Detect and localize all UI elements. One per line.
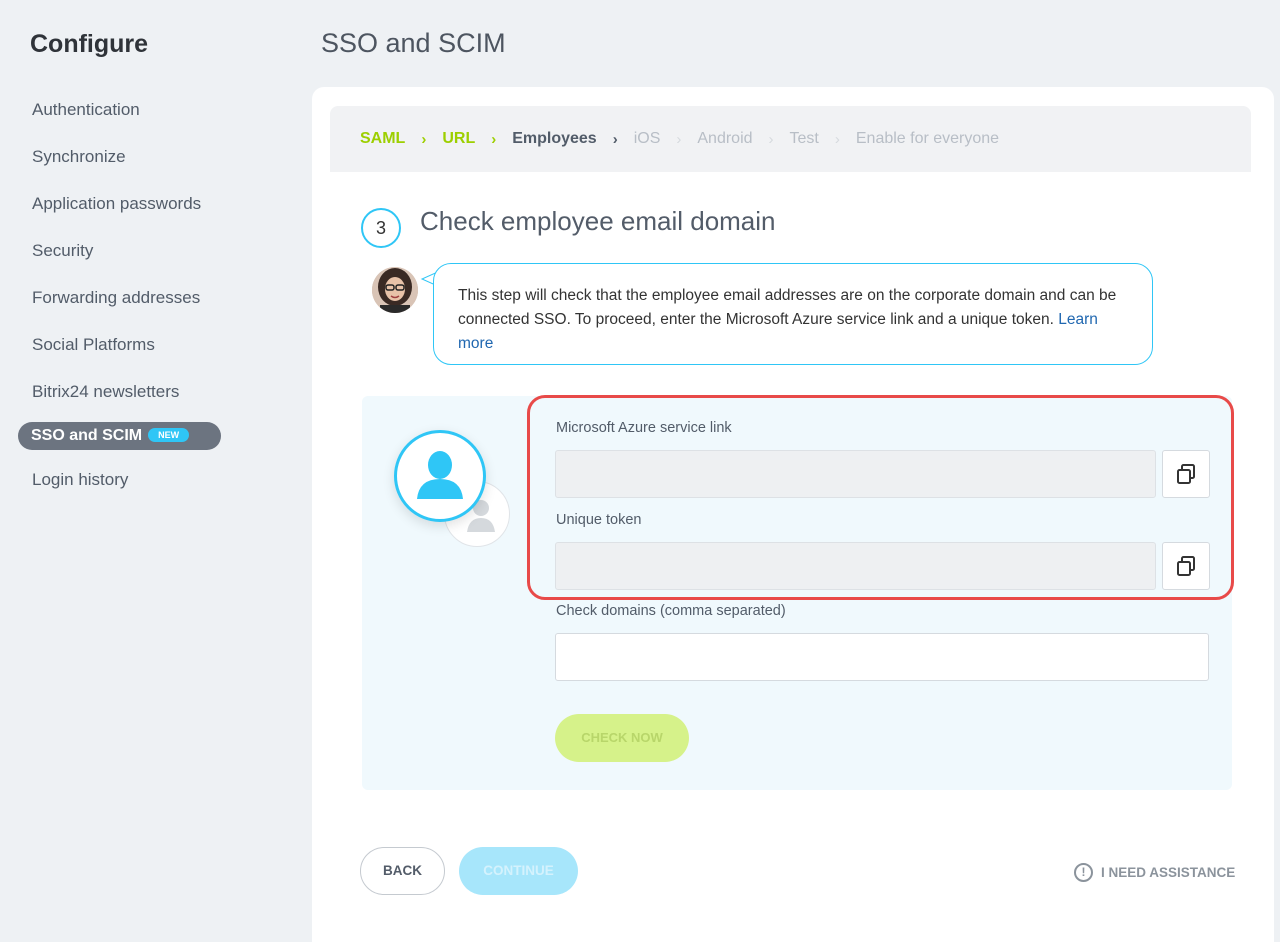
sidebar-item-label: Synchronize [32,147,126,166]
azure-link-label: Microsoft Azure service link [556,420,732,436]
copy-icon [1177,464,1195,484]
step-ios: iOS [633,130,661,147]
step-saml[interactable]: SAML [360,130,405,148]
sidebar-item-label: Social Platforms [32,335,155,354]
assistance-link[interactable]: ! I NEED ASSISTANCE [1074,861,1235,883]
check-domains-label: Check domains (comma separated) [556,603,786,619]
sidebar-item-application-passwords[interactable]: Application passwords [18,187,228,221]
sidebar-title: Configure [30,30,149,58]
check-now-button[interactable]: CHECK NOW [555,714,689,762]
sidebar-item-bitrix24-newsletters[interactable]: Bitrix24 newsletters [18,375,228,409]
chevron-right-icon: › [421,130,427,148]
sidebar: Configure Authentication Synchronize App… [0,0,300,942]
user-icon [394,430,486,522]
sidebar-item-authentication[interactable]: Authentication [18,93,228,127]
step-progress-bar: SAML › URL › Employees › iOS › Android ›… [330,106,1251,172]
chevron-right-icon: › [768,130,774,148]
sidebar-item-login-history[interactable]: Login history [18,463,228,497]
sidebar-item-label: Security [32,241,94,260]
info-icon: ! [1074,862,1093,882]
sidebar-item-security[interactable]: Security [18,234,228,268]
step-test: Test [789,130,819,147]
info-bubble: This step will check that the employee e… [433,263,1153,365]
unique-token-label: Unique token [556,512,642,528]
page-title: SSO and SCIM [321,28,506,58]
sidebar-item-social-platforms[interactable]: Social Platforms [18,328,228,362]
step-heading: Check employee email domain [420,206,776,236]
step-android: Android [697,130,753,147]
new-badge: NEW [148,428,190,442]
continue-button[interactable]: CONTINUE [459,847,578,895]
chevron-right-icon: › [491,130,497,148]
step-number-badge: 3 [361,208,401,248]
info-text: This step will check that the employee e… [458,287,1117,328]
sidebar-item-label: Forwarding addresses [32,288,201,307]
chevron-right-icon: › [834,130,840,148]
sidebar-item-label: SSO and SCIM [31,427,143,444]
sidebar-item-synchronize[interactable]: Synchronize [18,140,228,174]
azure-link-field[interactable] [555,450,1156,498]
main-card: SAML › URL › Employees › iOS › Android ›… [312,87,1274,942]
copy-token-button[interactable] [1162,542,1210,590]
sidebar-item-label: Authentication [32,100,140,119]
step-enable-for-everyone: Enable for everyone [855,130,1000,147]
step-employees: Employees [512,130,597,147]
copy-azure-link-button[interactable] [1162,450,1210,498]
check-domains-input[interactable] [555,633,1209,681]
chevron-right-icon: › [612,130,618,148]
unique-token-field[interactable] [555,542,1156,590]
sidebar-item-label: Application passwords [32,194,202,213]
assistant-avatar [372,267,418,313]
sidebar-item-forwarding-addresses[interactable]: Forwarding addresses [18,281,228,315]
assistance-label: I NEED ASSISTANCE [1101,864,1236,880]
copy-icon [1177,556,1195,576]
sidebar-item-label: Bitrix24 newsletters [32,382,180,401]
back-button[interactable]: BACK [360,847,445,895]
sidebar-item-label: Login history [32,470,129,489]
step-url[interactable]: URL [442,130,475,148]
sidebar-item-sso-and-scim[interactable]: SSO and SCIM NEW [18,422,221,450]
chevron-right-icon: › [676,130,682,148]
sidebar-nav: Authentication Synchronize Application p… [18,93,228,510]
